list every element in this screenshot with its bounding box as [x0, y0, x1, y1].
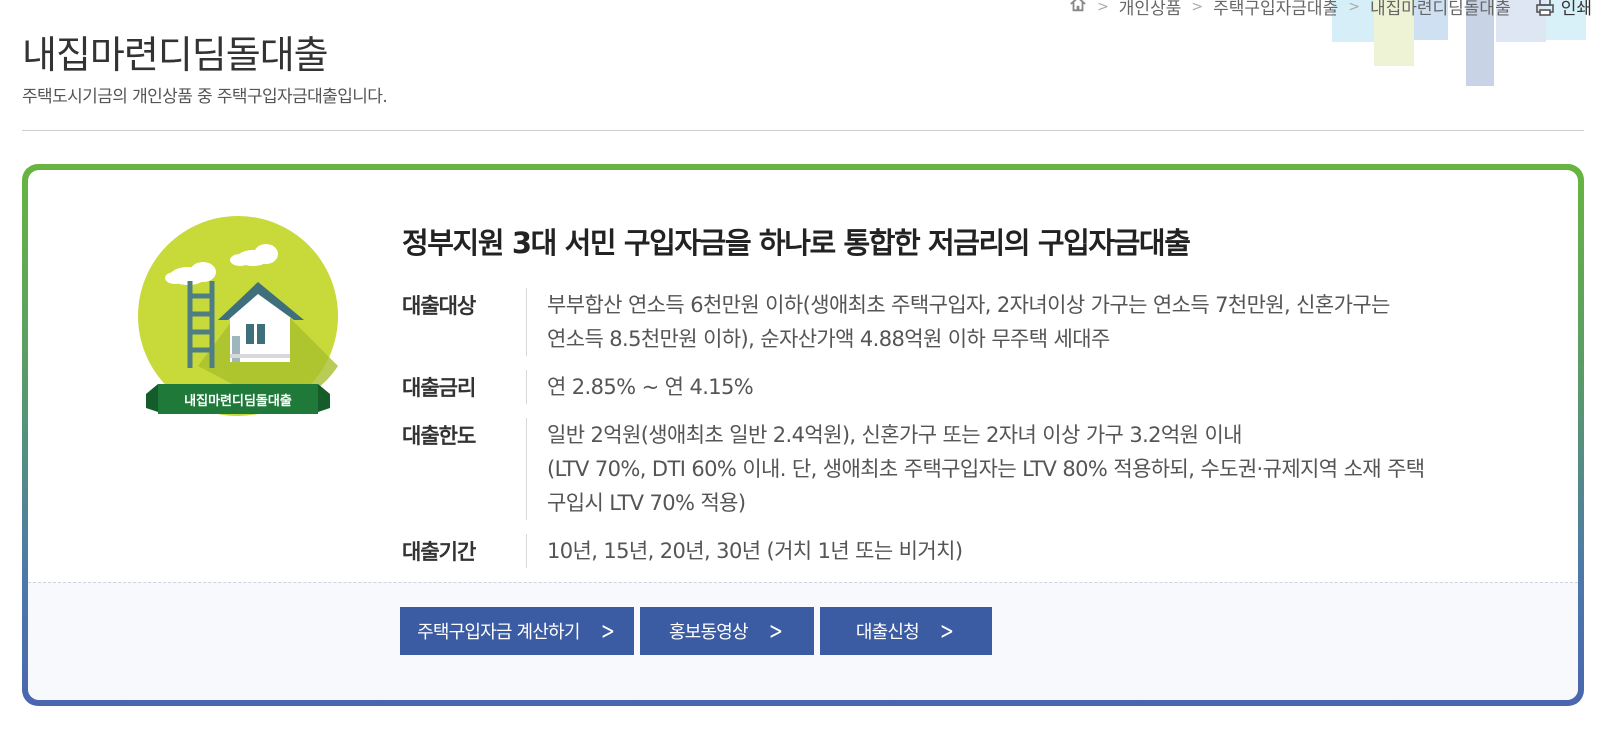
breadcrumb-item[interactable]: 주택구입자금대출	[1213, 0, 1338, 19]
detail-line: 연소득 8.5천만원 이하), 순자산가액 4.88억원 이하 무주택 세대주	[547, 327, 1110, 351]
calculator-button[interactable]: 주택구입자금 계산하기 >	[400, 607, 634, 655]
chevron-right-icon: >	[600, 617, 615, 645]
action-buttons: 주택구입자금 계산하기 > 홍보동영상 > 대출신청 >	[400, 607, 992, 655]
page-subtitle: 주택도시기금의 개인상품 중 주택구입자금대출입니다.	[22, 87, 388, 107]
chevron-right-icon: >	[1191, 0, 1204, 15]
detail-value: 10년, 15년, 20년, 30년 (거치 1년 또는 비거치)	[526, 534, 1542, 568]
detail-label: 대출기간	[402, 540, 476, 564]
chevron-right-icon: >	[1348, 0, 1360, 15]
detail-line: 일반 2억원(생애최초 일반 2.4억원), 신혼가구 또는 2자녀 이상 가구…	[547, 423, 1242, 447]
detail-label: 대출대상	[402, 294, 476, 318]
detail-row-rate: 대출금리 연 2.85% ~ 연 4.15%	[402, 370, 1542, 404]
breadcrumb: > 개인상품 > 주택구입자금대출 > 내집마련디딤돌대출 인쇄	[1069, 0, 1592, 19]
product-card-inner: 내집마련디딤돌대출 정부지원 3대 서민 구입자금을 하나로 통합한 저금리의 …	[28, 170, 1578, 700]
detail-line: (LTV 70%, DTI 60% 이내. 단, 생애최초 주택구입자는 LTV…	[547, 457, 1425, 481]
product-card: 내집마련디딤돌대출 정부지원 3대 서민 구입자금을 하나로 통합한 저금리의 …	[22, 164, 1584, 706]
print-label: 인쇄	[1560, 0, 1592, 19]
chevron-right-icon: >	[1097, 0, 1109, 15]
detail-value: 연 2.85% ~ 연 4.15%	[526, 370, 1542, 404]
promo-video-button[interactable]: 홍보동영상 >	[640, 607, 814, 655]
apply-loan-button[interactable]: 대출신청 >	[820, 607, 992, 655]
print-button[interactable]: 인쇄	[1535, 0, 1592, 19]
detail-row-period: 대출기간 10년, 15년, 20년, 30년 (거치 1년 또는 비거치)	[402, 534, 1542, 568]
detail-value: 일반 2억원(생애최초 일반 2.4억원), 신혼가구 또는 2자녀 이상 가구…	[526, 418, 1542, 520]
detail-line: 구입시 LTV 70% 적용)	[547, 491, 746, 515]
product-details: 대출대상 부부합산 연소득 6천만원 이하(생애최초 주택구입자, 2자녀이상 …	[402, 288, 1542, 582]
promo-video-button-label: 홍보동영상	[668, 622, 749, 643]
detail-label: 대출금리	[402, 376, 476, 400]
product-headline: 정부지원 3대 서민 구입자금을 하나로 통합한 저금리의 구입자금대출	[402, 226, 1191, 260]
detail-line: 10년, 15년, 20년, 30년 (거치 1년 또는 비거치)	[547, 539, 963, 563]
printer-icon	[1535, 0, 1554, 16]
chevron-right-icon: >	[768, 617, 783, 645]
detail-row-limit: 대출한도 일반 2억원(생애최초 일반 2.4억원), 신혼가구 또는 2자녀 …	[402, 418, 1542, 520]
home-icon[interactable]	[1069, 0, 1087, 18]
detail-label: 대출한도	[402, 424, 476, 448]
detail-line: 부부합산 연소득 6천만원 이하(생애최초 주택구입자, 2자녀이상 가구는 연…	[547, 293, 1390, 317]
apply-loan-button-label: 대출신청	[855, 622, 920, 643]
breadcrumb-item[interactable]: 개인상품	[1119, 0, 1182, 19]
house-badge-icon: 내집마련디딤돌대출	[138, 216, 338, 416]
action-area: 주택구입자금 계산하기 > 홍보동영상 > 대출신청 >	[28, 582, 1578, 700]
chevron-right-icon: >	[939, 617, 954, 645]
breadcrumb-item-current: 내집마련디딤돌대출	[1369, 0, 1511, 19]
badge-ribbon-text: 내집마련디딤돌대출	[184, 393, 292, 409]
page-title: 내집마련디딤돌대출	[22, 33, 329, 77]
calculator-button-label: 주택구입자금 계산하기	[417, 622, 580, 643]
divider	[22, 130, 1584, 131]
detail-row-target: 대출대상 부부합산 연소득 6천만원 이하(생애최초 주택구입자, 2자녀이상 …	[402, 288, 1542, 356]
detail-value: 부부합산 연소득 6천만원 이하(생애최초 주택구입자, 2자녀이상 가구는 연…	[526, 288, 1542, 356]
detail-line: 연 2.85% ~ 연 4.15%	[547, 375, 754, 399]
